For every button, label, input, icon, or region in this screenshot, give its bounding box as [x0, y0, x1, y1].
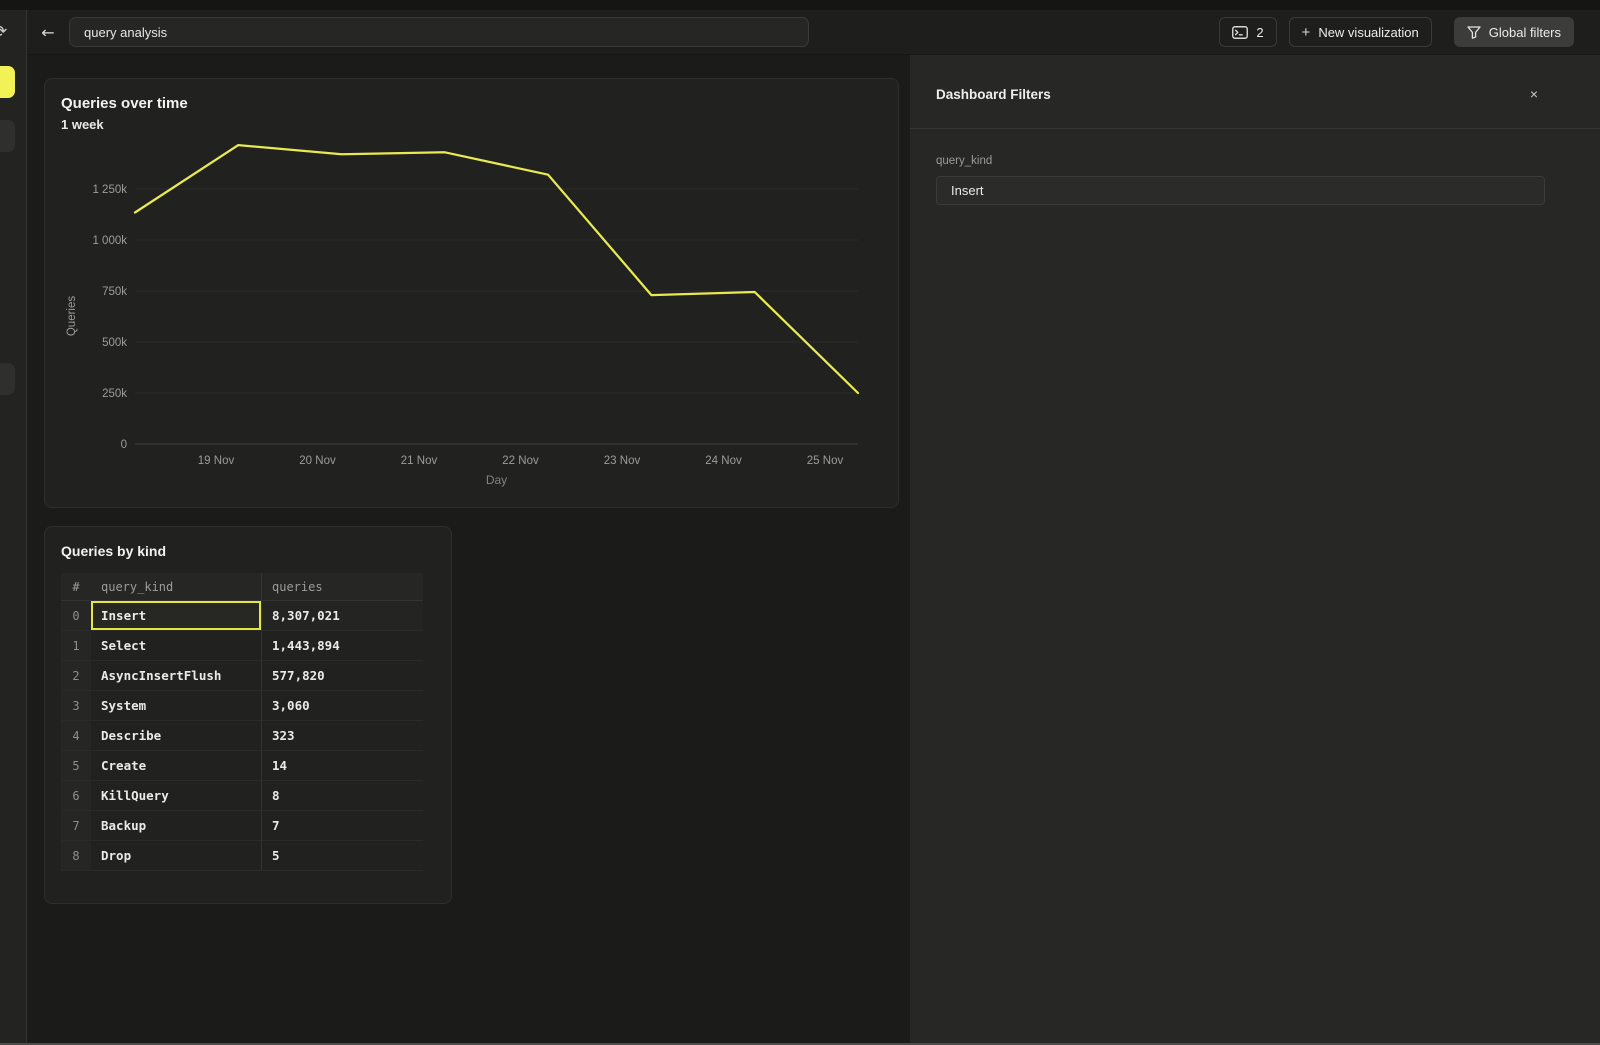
y-tick-label: 500k: [102, 337, 127, 349]
table-row[interactable]: 6KillQuery8: [61, 781, 423, 811]
x-tick-label: 23 Nov: [604, 455, 641, 467]
sidebar: ⟳: [0, 10, 27, 1045]
global-filters-button[interactable]: Global filters: [1454, 17, 1574, 47]
queries-value-cell[interactable]: 323: [262, 721, 423, 751]
table-header-cell: queries: [262, 573, 423, 601]
queries-over-time-card: Queries over time 1 week 0 250k 500k 750k 1 …: [44, 78, 899, 508]
new-visualization-button[interactable]: + New visualization: [1289, 17, 1432, 47]
panel-header: Dashboard Filters ×: [910, 55, 1600, 129]
app-root: ⟳ ← 2 + New visualiza: [0, 10, 1600, 1045]
row-index-cell: 8: [61, 841, 91, 871]
row-index-cell: 5: [61, 751, 91, 781]
x-axis-title: Day: [486, 473, 507, 487]
table-title: Queries by kind: [61, 543, 435, 559]
refresh-icon[interactable]: ⟳: [0, 22, 7, 42]
table-header-cell: #: [61, 573, 91, 601]
table-row[interactable]: 0Insert8,307,021: [61, 601, 423, 631]
queries-value-cell[interactable]: 1,443,894: [262, 631, 423, 661]
new-visualization-label: New visualization: [1318, 25, 1418, 40]
query-kind-cell[interactable]: Drop: [91, 841, 262, 871]
window-top-strip: [0, 0, 1600, 10]
query-kind-cell[interactable]: Describe: [91, 721, 262, 751]
query-kind-filter-input[interactable]: [936, 176, 1545, 205]
x-tick-label: 22 Nov: [502, 455, 539, 467]
body-row: Queries over time 1 week 0 250k 500k 750k 1 …: [27, 55, 1600, 1045]
query-kind-cell[interactable]: AsyncInsertFlush: [91, 661, 262, 691]
y-tick-label: 250k: [102, 388, 127, 400]
chart-subtitle: 1 week: [61, 117, 882, 132]
close-icon[interactable]: ×: [1530, 87, 1538, 101]
table-row[interactable]: 7Backup7: [61, 811, 423, 841]
query-kind-cell[interactable]: KillQuery: [91, 781, 262, 811]
dashboard-filters-panel: Dashboard Filters × query_kind: [910, 55, 1600, 1045]
topbar: ← 2 + New visualization: [27, 10, 1600, 55]
queries-value-cell[interactable]: 3,060: [262, 691, 423, 721]
chart-title: Queries over time: [61, 95, 882, 112]
query-kind-cell[interactable]: System: [91, 691, 262, 721]
plus-icon: +: [1302, 25, 1311, 40]
dashboard-title-input[interactable]: [69, 17, 809, 47]
table-row[interactable]: 1Select1,443,894: [61, 631, 423, 661]
queries-by-kind-card: Queries by kind #query_kindqueries 0Inse…: [44, 526, 452, 904]
table-row[interactable]: 4Describe323: [61, 721, 423, 751]
queries-value-cell[interactable]: 7: [262, 811, 423, 841]
terminal-icon: [1232, 26, 1248, 39]
sidebar-item-active[interactable]: [0, 66, 15, 98]
y-axis-title: Queries: [66, 296, 78, 337]
filter-label: query_kind: [936, 155, 1545, 167]
row-index-cell: 6: [61, 781, 91, 811]
table-header-cell: query_kind: [91, 573, 262, 601]
x-tick-label: 24 Nov: [705, 455, 742, 467]
main-column: ← 2 + New visualization: [27, 10, 1600, 1045]
queries-by-kind-table: #query_kindqueries 0Insert8,307,0211Sele…: [61, 573, 423, 871]
queries-value-cell[interactable]: 8,307,021: [262, 601, 423, 631]
table-row[interactable]: 8Drop5: [61, 841, 423, 871]
dashboard-canvas: Queries over time 1 week 0 250k 500k 750k 1 …: [27, 55, 910, 1045]
y-tick-label: 1 250k: [92, 184, 127, 196]
x-tick-label: 19 Nov: [198, 455, 235, 467]
x-tick-label: 21 Nov: [401, 455, 438, 467]
filter-group: query_kind: [910, 129, 1600, 205]
row-index-cell: 1: [61, 631, 91, 661]
query-kind-cell[interactable]: Create: [91, 751, 262, 781]
y-tick-label: 0: [121, 439, 127, 451]
queries-value-cell[interactable]: 5: [262, 841, 423, 871]
x-tick-label: 25 Nov: [807, 455, 844, 467]
table-row[interactable]: 5Create14: [61, 751, 423, 781]
global-filters-label: Global filters: [1489, 25, 1561, 40]
queries-over-time-chart: 0 250k 500k 750k 1 000k 1 250k Queries 19 Nov 20…: [61, 138, 881, 490]
row-index-cell: 3: [61, 691, 91, 721]
queries-value-cell[interactable]: 14: [262, 751, 423, 781]
panel-title: Dashboard Filters: [936, 87, 1051, 102]
table-header: #query_kindqueries: [61, 573, 423, 601]
x-tick-label: 20 Nov: [299, 455, 336, 467]
query-kind-cell-selected[interactable]: Insert: [91, 601, 262, 631]
table-row[interactable]: 2AsyncInsertFlush577,820: [61, 661, 423, 691]
row-index-cell: 2: [61, 661, 91, 691]
sidebar-item[interactable]: [0, 120, 15, 152]
row-index-cell: 0: [61, 601, 91, 631]
query-kind-cell[interactable]: Select: [91, 631, 262, 661]
sql-console-button[interactable]: 2: [1219, 17, 1276, 47]
table-row[interactable]: 3System3,060: [61, 691, 423, 721]
queries-value-cell[interactable]: 577,820: [262, 661, 423, 691]
queries-value-cell[interactable]: 8: [262, 781, 423, 811]
row-index-cell: 7: [61, 811, 91, 841]
funnel-icon: [1467, 26, 1481, 39]
back-button[interactable]: ←: [39, 23, 57, 42]
query-kind-cell[interactable]: Backup: [91, 811, 262, 841]
row-index-cell: 4: [61, 721, 91, 751]
console-count: 2: [1256, 25, 1263, 40]
y-tick-label: 1 000k: [92, 235, 127, 247]
y-tick-label: 750k: [102, 286, 127, 298]
sidebar-item[interactable]: [0, 363, 15, 395]
chart-series-line: [135, 145, 858, 393]
